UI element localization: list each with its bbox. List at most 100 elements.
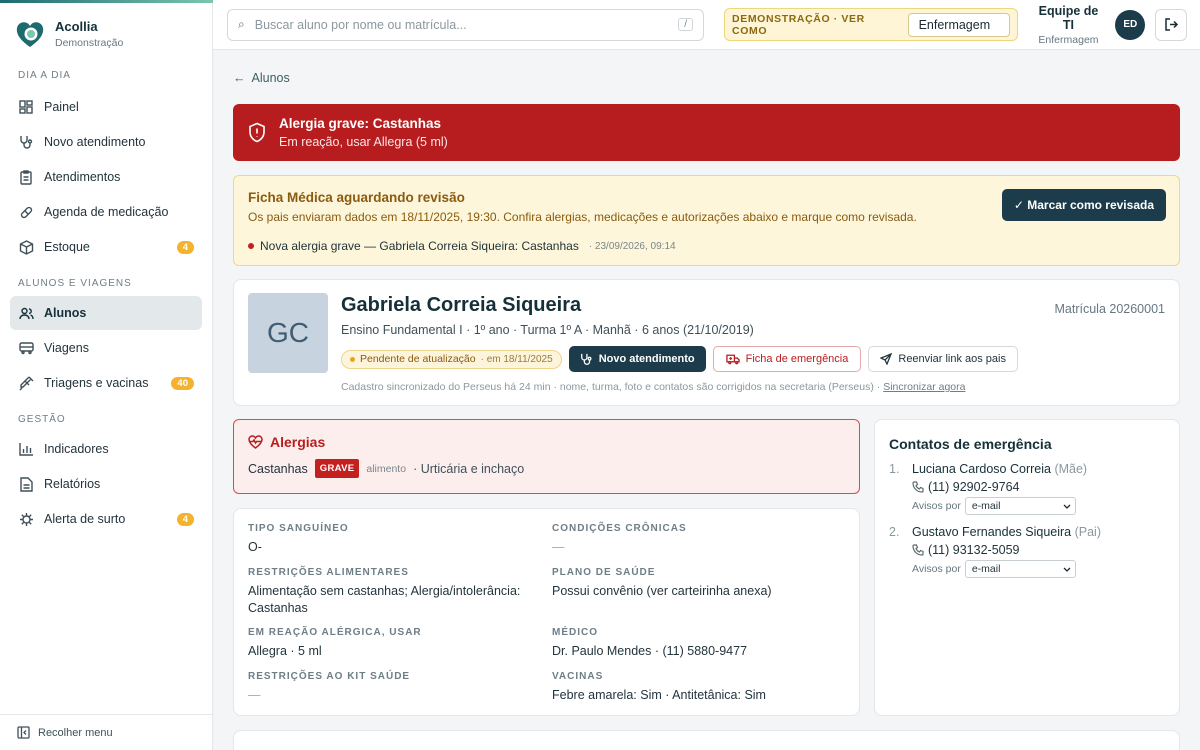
ambulance-icon bbox=[725, 354, 740, 365]
users-icon bbox=[18, 305, 34, 321]
logout-icon bbox=[1164, 18, 1178, 31]
yellow-dot-icon bbox=[350, 356, 355, 362]
notify-label: Avisos por bbox=[912, 563, 961, 575]
student-actions: Pendente de atualização · em 18/11/2025 … bbox=[341, 346, 1018, 372]
student-name: Gabriela Correia Siqueira bbox=[341, 294, 582, 316]
syringe-icon bbox=[18, 375, 34, 391]
allergy-type: alimento bbox=[366, 462, 407, 475]
sidebar-item-atendimentos[interactable]: Atendimentos bbox=[10, 160, 202, 194]
sidebar-item-label: Painel bbox=[44, 100, 79, 114]
emergency-sheet-button[interactable]: Ficha de emergência bbox=[712, 346, 862, 372]
collapse-menu-button[interactable]: Recolher menu bbox=[0, 714, 212, 750]
pending-update-badge: Pendente de atualização · em 18/11/2025 bbox=[341, 349, 562, 369]
demo-label: DEMONSTRAÇÃO · VER COMO bbox=[732, 12, 865, 37]
notify-channel-select[interactable]: e-mail bbox=[964, 497, 1076, 515]
new-attendance-label: Novo atendimento bbox=[598, 353, 695, 365]
outbreak-badge: 4 bbox=[176, 512, 194, 526]
contact-phone[interactable]: (11) 92902-9764 bbox=[912, 480, 1087, 494]
field-label: MÉDICO bbox=[552, 627, 598, 638]
sidebar-item-label: Agenda de medicação bbox=[44, 205, 169, 219]
contact-name: Luciana Cardoso Correia bbox=[912, 462, 1051, 476]
notify-channel-select[interactable]: e-mail bbox=[964, 560, 1076, 578]
resend-link-label: Reenviar link aos pais bbox=[898, 353, 1006, 365]
notify-label: Avisos por bbox=[912, 500, 961, 512]
emergency-sheet-label: Ficha de emergência bbox=[745, 353, 849, 365]
health-info-card: TIPO SANGUÍNEO O- CONDIÇÕES CRÔNICAS — R… bbox=[233, 508, 860, 716]
demo-view-as: DEMONSTRAÇÃO · VER COMO Enfermagem bbox=[724, 8, 1018, 41]
review-event-time: · 23/09/2026, 09:14 bbox=[588, 240, 676, 252]
review-alert: Ficha Médica aguardando revisão Os pais … bbox=[233, 175, 1180, 266]
sidebar-item-agenda-medicacao[interactable]: Agenda de medicação bbox=[10, 195, 202, 229]
back-link[interactable]: ← Alunos bbox=[233, 70, 1180, 86]
review-event-text: Nova alergia grave — Gabriela Correia Si… bbox=[260, 239, 579, 253]
user-info: Equipe de TI Enfermagem bbox=[1032, 4, 1106, 46]
shield-alert-icon bbox=[249, 122, 265, 143]
field-kit-restrictions: RESTRIÇÕES AO KIT SAÚDE — bbox=[248, 671, 552, 715]
brand[interactable]: Acollia Demonstração bbox=[0, 0, 212, 58]
contact-phone[interactable]: (11) 93132-5059 bbox=[912, 543, 1101, 557]
contact-item: 2. Gustavo Fernandes Siqueira (Pai) (11)… bbox=[889, 525, 1165, 578]
sidebar-item-label: Viagens bbox=[44, 341, 89, 355]
avatar[interactable]: ED bbox=[1115, 9, 1146, 40]
app-root: Acollia Demonstração DIA A DIA Painel No… bbox=[0, 0, 1200, 750]
sidebar-item-triagens-vacinas[interactable]: Triagens e vacinas 40 bbox=[10, 366, 202, 400]
contact-phone-number: (11) 93132-5059 bbox=[928, 543, 1020, 557]
document-icon bbox=[18, 476, 34, 492]
brand-subtitle: Demonstração bbox=[55, 37, 124, 49]
severity-badge: GRAVE bbox=[314, 459, 360, 478]
search-icon: ⌕ bbox=[238, 17, 245, 31]
sidebar-item-alunos[interactable]: Alunos bbox=[10, 296, 202, 330]
search-input[interactable]: ⌕ Buscar aluno por nome ou matrícula... … bbox=[227, 8, 705, 41]
stethoscope-icon bbox=[18, 134, 34, 150]
student-info: Ensino Fundamental I · 1º ano · Turma 1º… bbox=[341, 323, 754, 337]
field-value: Allegra · 5 ml bbox=[248, 644, 322, 658]
field-value: O- bbox=[248, 540, 262, 554]
resend-link-button[interactable]: Reenviar link aos pais bbox=[868, 346, 1018, 372]
sidebar-item-painel[interactable]: Painel bbox=[10, 90, 202, 124]
next-section-card bbox=[233, 730, 1180, 750]
sidebar-accent-line bbox=[0, 0, 213, 3]
send-icon bbox=[880, 353, 893, 365]
new-attendance-button[interactable]: Novo atendimento bbox=[568, 346, 706, 372]
field-value: Alimentação sem castanhas; Alergia/intol… bbox=[248, 584, 521, 615]
field-chronic-conditions: CONDIÇÕES CRÔNICAS — bbox=[552, 523, 845, 567]
grid-icon bbox=[18, 99, 34, 115]
student-card: GC Gabriela Correia Siqueira Ensino Fund… bbox=[233, 279, 1180, 406]
brand-name: Acollia bbox=[55, 19, 98, 34]
contact-phone-number: (11) 92902-9764 bbox=[928, 480, 1020, 494]
role-select[interactable]: Enfermagem bbox=[907, 12, 1010, 37]
contact-notify: Avisos por e-mail bbox=[912, 560, 1101, 578]
back-label: Alunos bbox=[251, 71, 290, 85]
sidebar-item-novo-atendimento[interactable]: Novo atendimento bbox=[10, 125, 202, 159]
sidebar-item-label: Relatórios bbox=[44, 477, 101, 491]
section-label-dia-a-dia: DIA A DIA bbox=[18, 70, 71, 81]
sidebar-item-label: Estoque bbox=[44, 240, 90, 254]
sidebar: Acollia Demonstração DIA A DIA Painel No… bbox=[0, 0, 213, 750]
contact-item: 1. Luciana Cardoso Correia (Mãe) (11) 92… bbox=[889, 462, 1165, 515]
allergy-item: Castanhas GRAVE alimento · Urticária e i… bbox=[248, 459, 845, 478]
sync-now-link[interactable]: Sincronizar agora bbox=[883, 381, 965, 393]
notify-channel-value: e-mail bbox=[971, 563, 1001, 575]
sidebar-item-estoque[interactable]: Estoque 4 bbox=[10, 230, 202, 264]
notify-channel-value: e-mail bbox=[971, 500, 1001, 512]
sidebar-item-alerta-surto[interactable]: Alerta de surto 4 bbox=[10, 502, 202, 536]
field-value: Dr. Paulo Mendes · (11) 5880-9477 bbox=[552, 644, 748, 658]
field-value: — bbox=[248, 688, 261, 702]
allergy-reaction: · Urticária e inchaço bbox=[413, 461, 525, 476]
student-photo: GC bbox=[248, 293, 328, 373]
contact-name-line: Luciana Cardoso Correia (Mãe) bbox=[912, 462, 1087, 476]
logout-button[interactable] bbox=[1155, 8, 1188, 41]
contact-number: 2. bbox=[889, 525, 900, 539]
pill-icon bbox=[18, 204, 34, 220]
field-label: PLANO DE SAÚDE bbox=[552, 567, 656, 578]
allergy-name: Castanhas bbox=[248, 461, 308, 476]
field-label: VACINAS bbox=[552, 671, 604, 682]
sidebar-item-viagens[interactable]: Viagens bbox=[10, 331, 202, 365]
field-label: RESTRIÇÕES AO KIT SAÚDE bbox=[248, 671, 411, 682]
sidebar-item-indicadores[interactable]: Indicadores bbox=[10, 432, 202, 466]
field-value: Febre amarela: Sim · Antitetânica: Sim bbox=[552, 688, 766, 702]
virus-icon bbox=[18, 511, 34, 527]
mark-reviewed-button[interactable]: ✓ Marcar como revisada bbox=[1001, 189, 1166, 221]
sidebar-item-relatorios[interactable]: Relatórios bbox=[10, 467, 202, 501]
field-value: Possui convênio (ver carteirinha anexa) bbox=[552, 584, 772, 598]
